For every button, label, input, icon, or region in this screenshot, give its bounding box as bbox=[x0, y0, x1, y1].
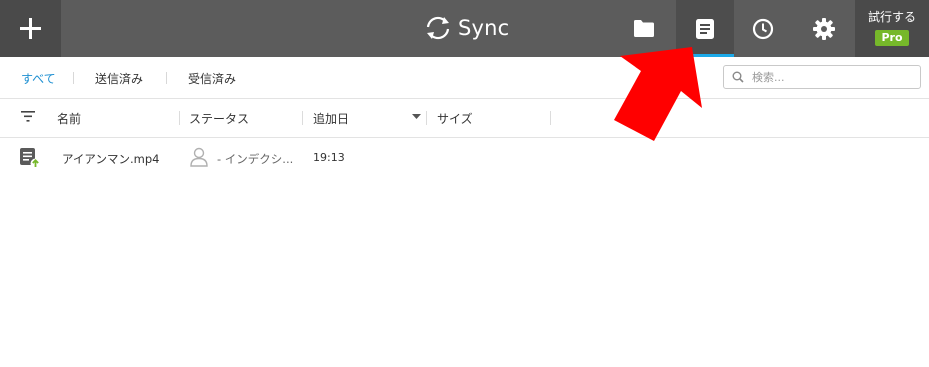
user-icon bbox=[190, 147, 208, 167]
tab-divider bbox=[73, 72, 74, 84]
filter-toolbar: すべて 送信済み 受信済み bbox=[0, 57, 929, 99]
plus-icon bbox=[20, 18, 41, 39]
annotation-arrow bbox=[614, 47, 702, 141]
app-logo: Sync bbox=[424, 13, 509, 43]
column-size[interactable]: サイズ bbox=[437, 110, 473, 127]
trial-pro-button[interactable]: 試行する Pro bbox=[855, 0, 929, 57]
file-name: アイアンマン.mp4 bbox=[62, 152, 160, 166]
sort-descending-icon bbox=[412, 114, 421, 119]
sync-logo-icon bbox=[426, 16, 450, 40]
column-divider[interactable] bbox=[302, 111, 303, 125]
document-list-icon bbox=[696, 18, 714, 39]
column-added[interactable]: 追加日 bbox=[313, 110, 349, 127]
column-divider[interactable] bbox=[550, 111, 551, 125]
trial-label: 試行する bbox=[867, 10, 916, 24]
column-status[interactable]: ステータス bbox=[189, 110, 249, 127]
search-box[interactable] bbox=[723, 65, 921, 89]
folder-icon bbox=[634, 20, 654, 37]
title-bar: Sync 試行する Pro bbox=[0, 0, 929, 57]
column-header-row: 名前 ステータス 追加日 サイズ bbox=[0, 98, 929, 138]
clock-icon bbox=[752, 18, 774, 39]
nav-history-button[interactable] bbox=[734, 0, 792, 57]
sort-filter-icon[interactable] bbox=[21, 111, 35, 122]
search-icon bbox=[732, 71, 744, 83]
column-divider[interactable] bbox=[179, 111, 180, 125]
filter-tab-sent[interactable]: 送信済み bbox=[95, 70, 143, 87]
table-row[interactable]: アイアンマン.mp4 - インデクシ... 19:13 bbox=[0, 138, 929, 178]
filter-tab-received[interactable]: 受信済み bbox=[188, 70, 236, 87]
file-upload-icon bbox=[20, 148, 41, 169]
add-folder-button[interactable] bbox=[0, 0, 61, 57]
column-divider[interactable] bbox=[426, 111, 427, 125]
file-added-time: 19:13 bbox=[313, 151, 345, 164]
pro-badge: Pro bbox=[875, 30, 909, 46]
filter-tab-all[interactable]: すべて bbox=[21, 70, 56, 87]
nav-settings-button[interactable] bbox=[795, 0, 853, 57]
search-input[interactable] bbox=[752, 69, 912, 85]
column-name[interactable]: 名前 bbox=[57, 110, 81, 127]
tab-divider bbox=[166, 72, 167, 84]
gear-icon bbox=[813, 17, 835, 40]
app-title: Sync bbox=[458, 16, 510, 40]
file-status: - インデクシ... bbox=[217, 152, 294, 166]
